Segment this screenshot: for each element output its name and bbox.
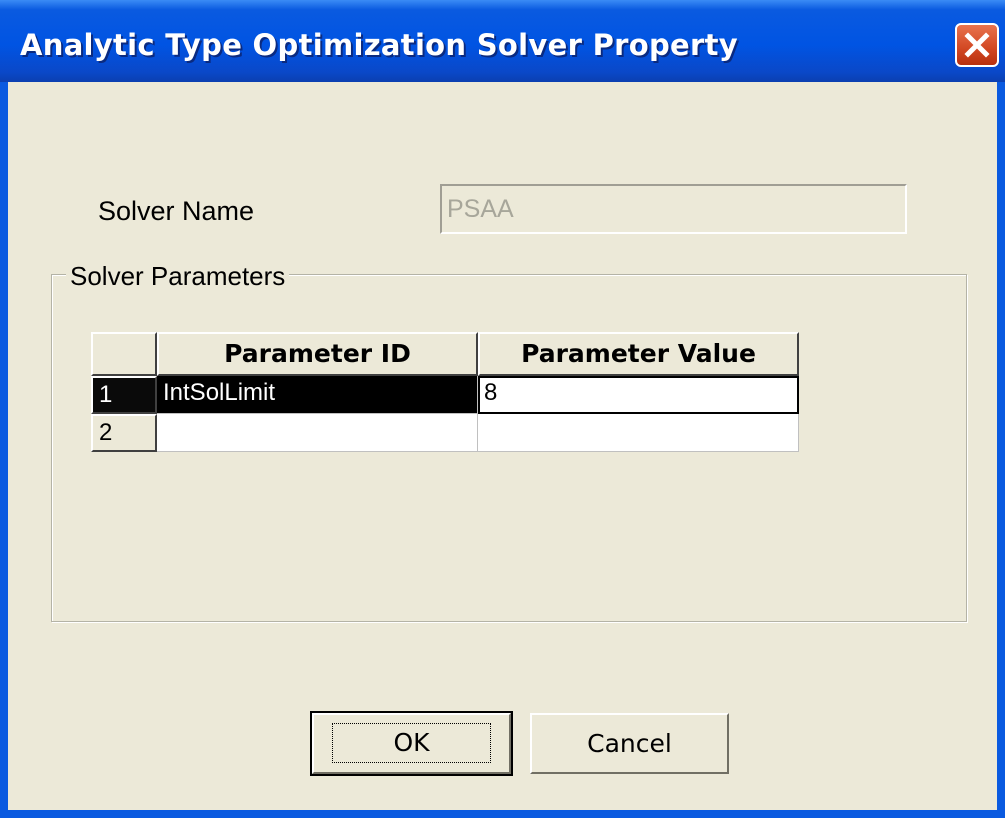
column-header-parameter-value[interactable]: Parameter Value [478,332,799,376]
cell-parameter-value-1[interactable]: 8 [478,376,799,414]
ok-button[interactable]: OK [310,711,513,776]
parameters-grid[interactable]: Parameter ID Parameter Value 1 IntSolLim… [91,332,799,462]
ok-button-label: OK [332,723,491,763]
grid-corner-header[interactable] [91,332,157,376]
cell-parameter-id-2[interactable] [157,414,478,452]
title-bar[interactable]: Analytic Type Optimization Solver Proper… [0,0,1005,82]
solver-parameters-legend: Solver Parameters [66,261,290,292]
close-button[interactable] [955,23,999,67]
cell-parameter-id-1[interactable]: IntSolLimit [157,376,478,414]
column-header-parameter-id[interactable]: Parameter ID [157,332,478,376]
row-header-2[interactable]: 2 [91,414,157,452]
window-title: Analytic Type Optimization Solver Proper… [20,28,738,62]
cancel-button[interactable]: Cancel [530,713,729,774]
cell-parameter-value-2[interactable] [478,414,799,452]
close-icon [964,32,990,58]
solver-name-field: PSAA [440,184,907,234]
solver-name-label: Solver Name [98,196,255,226]
row-header-1[interactable]: 1 [91,376,157,414]
